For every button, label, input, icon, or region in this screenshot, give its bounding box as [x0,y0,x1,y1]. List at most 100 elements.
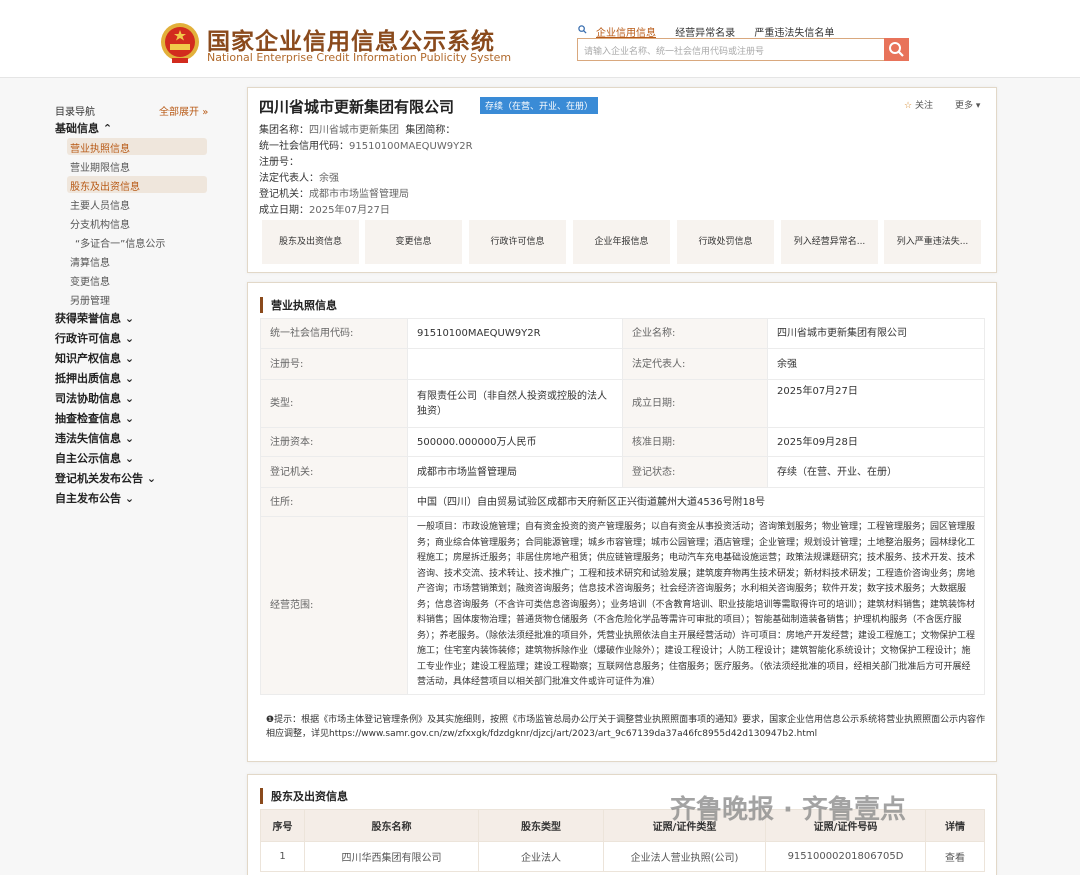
col-no: 序号 [260,809,305,842]
sidebar-item-multi-cert[interactable]: “多证合一”信息公示 [67,233,207,250]
established-value: 2025年07月27日 [767,379,985,428]
sidebar-item-term[interactable]: 营业期限信息 [67,157,207,174]
sidebar-section-inspection[interactable]: 抽查检查信息 ⌄ [55,410,134,426]
scope-label: 经营范围: [260,516,408,695]
group-name-row: 集团名称：四川省城市更新集团 集团简称： [259,125,456,136]
address-value: 中国（四川）自由贸易试验区成都市天府新区正兴街道麓州大道4536号附18号 [407,487,985,517]
reg-status-label: 登记状态: [622,456,768,488]
established-row: 成立日期：2025年07月27日 [259,205,390,216]
row-name: 四川华西集团有限公司 [304,841,479,872]
chevron-down-icon: ⌄ [124,332,135,345]
more-menu[interactable]: 更多 ▾ [955,98,980,111]
authority-row: 登记机关：成都市市场监督管理局 [259,189,409,200]
credit-code-row: 统一社会信用代码：91510100MAEQUW9Y2R [259,141,473,152]
col-detail: 详情 [925,809,985,842]
capital-value: 500000.000000万人民币 [407,427,623,457]
sidebar-section-violations[interactable]: 违法失信信息 ⌄ [55,430,134,446]
chevron-down-icon: » [202,107,209,118]
license-panel: 营业执照信息 统一社会信用代码: 91510100MAEQUW9Y2R 企业名称… [247,282,997,762]
sidebar-section-ip[interactable]: 知识产权信息 ⌄ [55,350,134,366]
table-row: 登记机关: 成都市市场监督管理局 登记状态: 存续（在营、开业、在册） [260,456,985,488]
table-row: 注册号: 法定代表人: 余强 [260,348,985,380]
scope-value: 一般项目：市政设施管理；自有资金投资的资产管理服务；以自有资金从事投资活动；咨询… [407,516,985,695]
status-badge: 存续（在营、开业、在册） [480,97,599,114]
tab-annual-reports[interactable]: 企业年报信息 [573,220,670,264]
sidebar-section-self-disclosure[interactable]: 自主公示信息 ⌄ [55,450,134,466]
table-row: 住所: 中国（四川）自由贸易试验区成都市天府新区正兴街道麓州大道4536号附18… [260,487,985,517]
reg-no-label: 注册号: [260,348,408,380]
table-row: 1 四川华西集团有限公司 企业法人 企业法人营业执照(公司) 915100002… [260,841,985,872]
magnifier-icon [889,42,904,57]
col-name: 股东名称 [304,809,479,842]
top-nav: 企业信用信息 经营异常名录 严重违法失信名单 [578,24,850,39]
sidebar-section-permits[interactable]: 行政许可信息 ⌄ [55,330,134,346]
chevron-down-icon: ⌄ [124,392,135,405]
tab-permits[interactable]: 行政许可信息 [469,220,566,264]
sidebar-section-judicial[interactable]: 司法协助信息 ⌄ [55,390,134,406]
follow-button[interactable]: ☆ 关注 [904,98,933,111]
col-type: 股东类型 [478,809,604,842]
quick-tabs: 股东及出资信息 变更信息 行政许可信息 企业年报信息 行政处罚信息 列入经营异常… [260,220,984,266]
tab-shareholders[interactable]: 股东及出资信息 [262,220,359,264]
tab-serious-violations[interactable]: 列入严重违法失... [884,220,981,264]
national-emblem-icon [161,23,199,63]
capital-label: 注册资本: [260,427,408,457]
search-input[interactable]: 请输入企业名称、统一社会信用代码或注册号 [577,38,885,61]
view-detail-link[interactable]: 查看 [925,841,985,872]
approval-date-label: 核准日期: [622,427,768,457]
row-doc-no: 91510000201806705D [765,841,926,872]
sidebar-item-liquidation[interactable]: 清算信息 [67,252,207,269]
tab-abnormal[interactable]: 列入经营异常名... [781,220,878,264]
table-row: 经营范围: 一般项目：市政设施管理；自有资金投资的资产管理服务；以自有资金从事投… [260,516,985,695]
row-doc-type: 企业法人营业执照(公司) [603,841,766,872]
expand-all-button[interactable]: 全部展开 » [159,103,208,118]
row-type: 企业法人 [478,841,604,872]
notice-tip: ❶提示：根据《市场主体登记管理条例》及其实施细则，按照《市场监管总局办公厅关于调… [266,715,986,739]
address-label: 住所: [260,487,408,517]
credit-code-value: 91510100MAEQUW9Y2R [407,318,623,349]
chevron-down-icon: ⌄ [124,372,135,385]
reg-no-value [407,348,623,380]
table-row: 类型: 有限责任公司（非自然人投资或控股的法人独资） 成立日期: 2025年07… [260,379,985,428]
legal-rep-row: 法定代表人：余强 [259,173,339,184]
sidebar-item-personnel[interactable]: 主要人员信息 [67,195,207,212]
chevron-down-icon: ⌄ [124,452,135,465]
license-table: 统一社会信用代码: 91510100MAEQUW9Y2R 企业名称: 四川省城市… [260,318,985,695]
company-name-value: 四川省城市更新集团有限公司 [767,318,985,349]
sidebar-section-basic[interactable]: 基础信息 ⌃ [55,120,112,136]
sidebar-item-branches[interactable]: 分支机构信息 [67,214,207,231]
sidebar-item-changes[interactable]: 变更信息 [67,271,207,288]
sidebar-section-self-notices[interactable]: 自主发布公告 ⌄ [55,490,134,506]
chevron-down-icon: ⌄ [124,312,135,325]
sidebar-item-special-register[interactable]: 另册管理 [67,290,207,307]
tab-penalties[interactable]: 行政处罚信息 [677,220,774,264]
reg-no-row: 注册号： [259,157,299,168]
type-label: 类型: [260,379,408,428]
caret-down-icon: ▾ [975,101,981,111]
chevron-down-icon: ⌄ [124,412,135,425]
sidebar-heading: 目录导航 [55,107,95,118]
chevron-down-icon: ⌄ [124,432,135,445]
chevron-up-icon: ⌃ [102,122,113,135]
company-name-label: 企业名称: [622,318,768,349]
chevron-down-icon: ⌄ [124,492,135,505]
legal-rep-value: 余强 [767,348,985,380]
credit-code-label: 统一社会信用代码: [260,318,408,349]
company-summary-panel: 四川省城市更新集团有限公司 存续（在营、开业、在册） ☆ 关注 更多 ▾ 集团名… [247,87,997,273]
tab-changes[interactable]: 变更信息 [365,220,462,264]
sidebar-section-honors[interactable]: 获得荣誉信息 ⌄ [55,310,134,326]
established-label: 成立日期: [622,379,768,428]
legal-rep-label: 法定代表人: [622,348,768,380]
chevron-down-icon: ⌄ [124,352,135,365]
search-button[interactable] [884,38,909,61]
company-name: 四川省城市更新集团有限公司 [259,98,455,116]
watermark: 齐鲁晚报 · 齐鲁壹点 [670,795,906,825]
authority-label: 登记机关: [260,456,408,488]
sidebar-item-shareholders[interactable]: 股东及出资信息 [67,176,207,193]
approval-date-value: 2025年09月28日 [767,427,985,457]
type-value: 有限责任公司（非自然人投资或控股的法人独资） [407,379,623,428]
sidebar-section-authority-notices[interactable]: 登记机关发布公告 ⌄ [55,470,156,486]
sidebar-item-license[interactable]: 营业执照信息 [67,138,207,155]
sidebar-section-pledge[interactable]: 抵押出质信息 ⌄ [55,370,134,386]
license-section-title: 营业执照信息 [260,297,337,313]
